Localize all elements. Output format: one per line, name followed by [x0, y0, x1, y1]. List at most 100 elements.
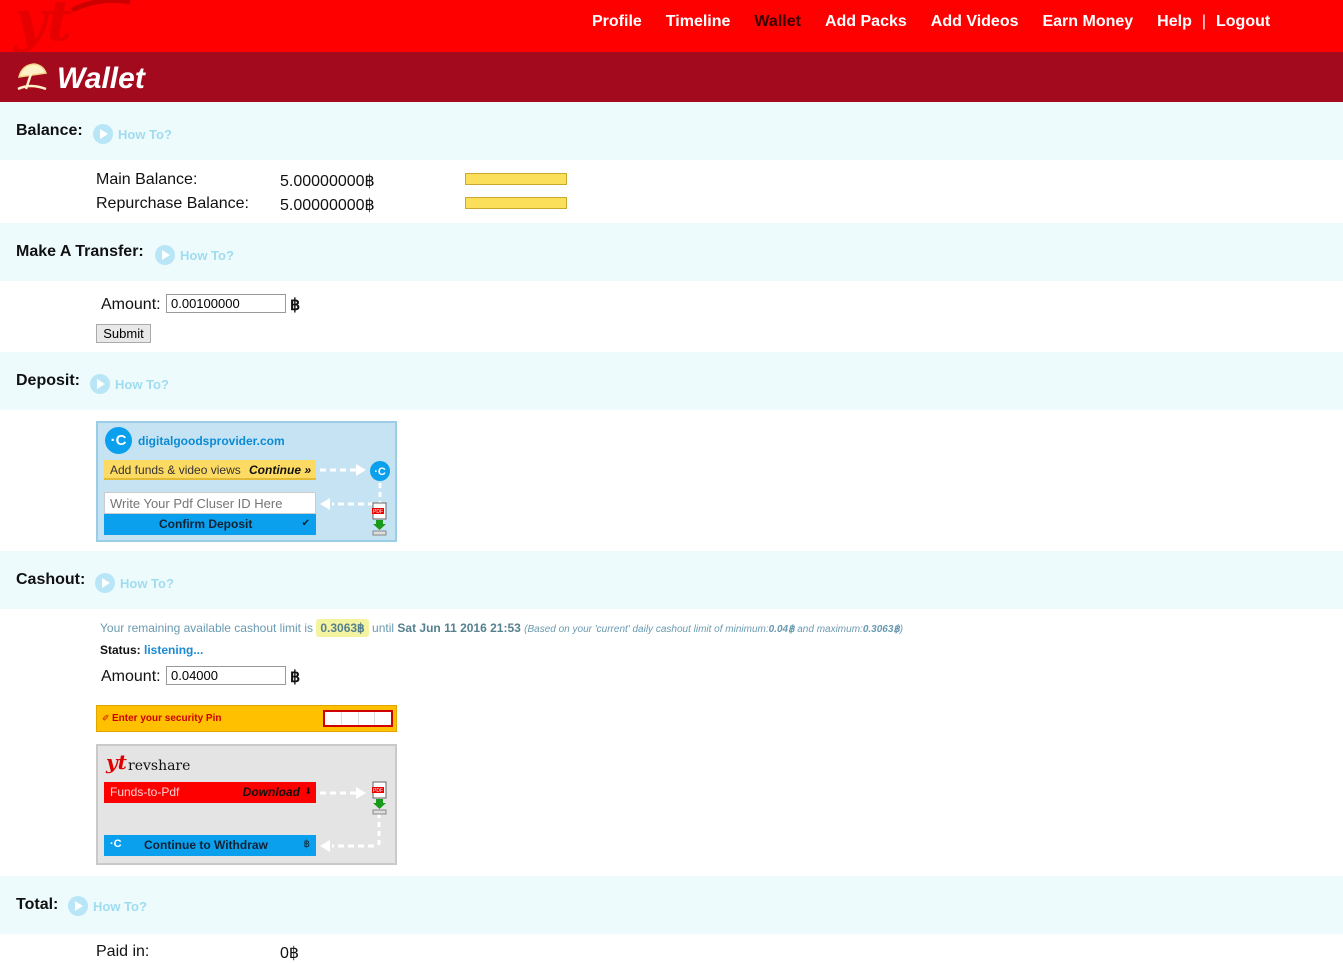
paid-in-value: 0฿ — [280, 945, 300, 962]
howto-label: How To? — [180, 247, 234, 263]
until-label: until — [372, 621, 395, 635]
continue-label: Continue » — [249, 463, 311, 477]
cashout-howto[interactable]: How To? — [95, 573, 174, 593]
nav-wallet[interactable]: Wallet — [754, 13, 801, 31]
withdraw-currency-icon: ฿ — [303, 839, 310, 850]
transfer-amount-label: Amount: — [101, 296, 161, 313]
limit-prefix: Your remaining available cashout limit i… — [100, 621, 313, 635]
limit-note: (Based on your 'current' daily cashout l… — [524, 624, 903, 635]
nav-earn-money[interactable]: Earn Money — [1042, 13, 1133, 31]
howto-label: How To? — [93, 898, 147, 914]
continue-to-withdraw-button[interactable]: ·C Continue to Withdraw ฿ — [104, 835, 316, 856]
cashout-amount-input[interactable] — [166, 666, 286, 685]
play-icon — [93, 124, 113, 144]
revshare-logo[interactable]: yt revshare — [106, 750, 206, 778]
repurchase-balance-label: Repurchase Balance: — [96, 195, 249, 212]
howto-label: How To? — [118, 126, 172, 142]
balance-section-header: Balance: How To? — [0, 102, 1343, 160]
cashout-limit-line: Your remaining available cashout limit i… — [100, 619, 903, 637]
main-balance-label: Main Balance: — [96, 171, 198, 188]
status-label: Status: — [100, 643, 141, 657]
note-max: 0.3063฿ — [862, 624, 900, 635]
beach-umbrella-icon — [17, 63, 48, 91]
nav-help[interactable]: Help — [1157, 13, 1192, 31]
paid-in-label: Paid in: — [96, 943, 150, 960]
play-icon — [68, 896, 88, 916]
download-label: Download — [242, 785, 300, 799]
deposit-label: Deposit: — [16, 372, 80, 389]
transfer-amount-input[interactable] — [166, 294, 286, 313]
main-balance-value: 5.00000000฿ — [280, 173, 375, 190]
total-howto[interactable]: How To? — [68, 896, 147, 916]
pin-pencil-icon: ✐ — [102, 713, 110, 723]
provider-name[interactable]: digitalgoodsprovider.com — [138, 434, 285, 448]
balance-label: Balance: — [16, 122, 83, 139]
play-icon — [95, 573, 115, 593]
security-pin-input[interactable] — [323, 710, 393, 727]
repurchase-balance-bar — [465, 197, 567, 209]
svg-text:PDF: PDF — [373, 509, 383, 515]
withdraw-widget: yt revshare Funds-to-Pdf Download ⬇ PDF … — [96, 744, 397, 865]
note-suffix: ) — [899, 624, 904, 635]
svg-text:PDF: PDF — [373, 788, 383, 794]
withdraw-label: Continue to Withdraw — [144, 838, 268, 852]
page-title: Wallet — [57, 62, 145, 95]
top-navbar: yt Profile Timeline Wallet Add Packs Add… — [0, 0, 1343, 54]
total-section-header: Total: How To? — [0, 876, 1343, 934]
transfer-section-header: Make A Transfer: How To? — [0, 223, 1343, 281]
repurchase-balance-value: 5.00000000฿ — [280, 197, 375, 214]
balance-howto[interactable]: How To? — [93, 124, 172, 144]
checkmark-icon: ✔ — [301, 518, 310, 529]
cashout-section-header: Cashout: How To? — [0, 551, 1343, 609]
play-icon — [155, 245, 175, 265]
cashout-amount-label: Amount: — [101, 668, 161, 685]
download-icon: ⬇ — [304, 786, 312, 796]
transfer-label: Make A Transfer: — [16, 243, 144, 260]
brand-name: revshare — [128, 758, 191, 774]
pdf-download-icon: PDF — [372, 781, 387, 815]
pdf-id-input[interactable] — [104, 492, 316, 514]
main-nav: Profile Timeline Wallet Add Packs Add Vi… — [580, 13, 1282, 31]
note-mid: and maximum: — [794, 624, 863, 635]
bitcoin-icon: ฿ — [290, 669, 301, 686]
provider-logo-icon: ·C — [105, 427, 132, 454]
pin-label: Enter your security Pin — [112, 713, 222, 724]
security-pin-bar: ✐ Enter your security Pin — [96, 705, 397, 732]
nav-separator: | — [1201, 13, 1206, 30]
page-header: Wallet — [0, 52, 1343, 102]
svg-text:·C: ·C — [374, 466, 386, 478]
svg-text:yt: yt — [12, 0, 73, 54]
nav-profile[interactable]: Profile — [592, 13, 642, 31]
submit-button[interactable]: Submit — [96, 324, 151, 343]
deposit-section-header: Deposit: How To? — [0, 352, 1343, 410]
howto-label: How To? — [120, 575, 174, 591]
nav-logout[interactable]: Logout — [1216, 13, 1270, 31]
limit-value: 0.3063฿ — [316, 619, 369, 637]
funds-to-pdf-button[interactable]: Funds-to-Pdf Download ⬇ — [104, 782, 316, 803]
main-balance-bar — [465, 173, 567, 185]
funds-to-pdf-label: Funds-to-Pdf — [110, 785, 180, 799]
total-label: Total: — [16, 896, 59, 913]
play-icon — [90, 374, 110, 394]
note-min: 0.04฿ — [768, 624, 795, 635]
deposit-howto[interactable]: How To? — [90, 374, 169, 394]
pdf-download-icon: PDF — [372, 502, 387, 536]
howto-label: How To? — [115, 376, 169, 392]
transfer-howto[interactable]: How To? — [155, 245, 234, 265]
withdraw-logo-icon: ·C — [110, 838, 122, 850]
note-prefix: (Based on your 'current' daily cashout l… — [524, 624, 769, 635]
until-date: Sat Jun 11 2016 21:53 — [397, 621, 521, 635]
confirm-deposit-button[interactable]: Confirm Deposit ✔ — [104, 514, 316, 535]
add-funds-button[interactable]: Add funds & video views Continue » — [104, 460, 316, 480]
deposit-widget: ·C digitalgoodsprovider.com Add funds & … — [96, 421, 397, 542]
nav-add-videos[interactable]: Add Videos — [931, 13, 1019, 31]
nav-add-packs[interactable]: Add Packs — [825, 13, 907, 31]
cashout-label: Cashout: — [16, 571, 86, 588]
nav-timeline[interactable]: Timeline — [666, 13, 731, 31]
confirm-deposit-label: Confirm Deposit — [159, 517, 253, 531]
status-value: listening... — [144, 643, 204, 657]
yt-logo[interactable]: yt — [12, 0, 132, 54]
bitcoin-icon: ฿ — [290, 297, 301, 314]
status-line: Status: listening... — [100, 643, 203, 657]
add-funds-label: Add funds & video views — [110, 463, 241, 477]
